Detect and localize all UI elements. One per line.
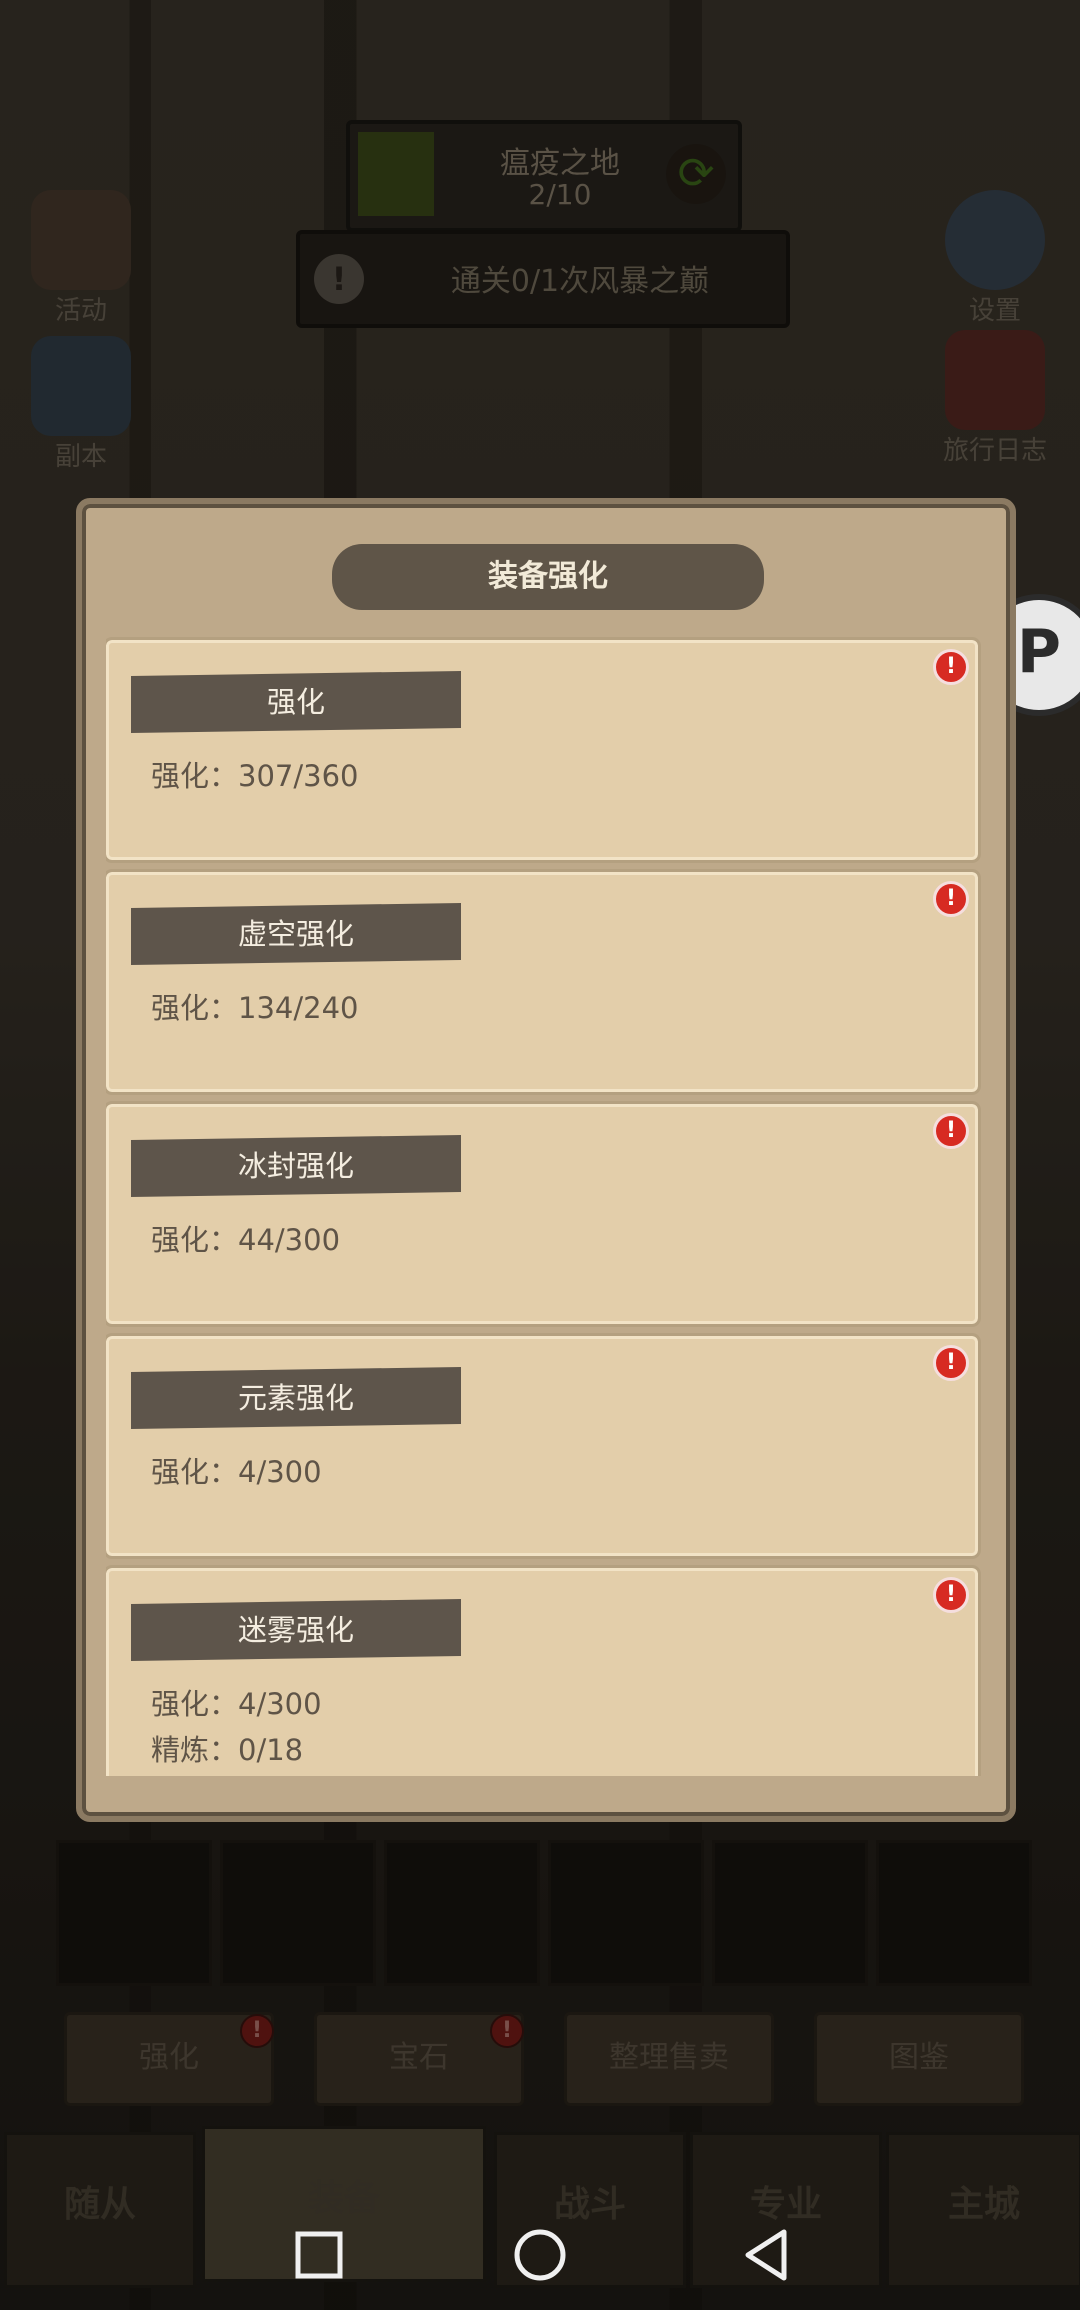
card-title: 迷雾强化	[131, 1599, 461, 1661]
card-line: 强化：4/300	[151, 1687, 322, 1721]
enhance-card[interactable]: 迷雾强化 强化：4/300 精炼：0/18 !	[106, 1565, 981, 1776]
alert-icon: !	[933, 1113, 969, 1149]
card-title: 强化	[131, 671, 461, 733]
alert-icon: !	[933, 1345, 969, 1381]
alert-icon: !	[933, 1577, 969, 1613]
card-title: 冰封强化	[131, 1135, 461, 1197]
equipment-enhance-dialog: 装备强化 强化 强化：307/360 ! 虚空强化 强化：134/240 ! 冰…	[76, 498, 1016, 1822]
back-icon[interactable]	[734, 2220, 804, 2290]
alert-icon: !	[933, 881, 969, 917]
enhance-card[interactable]: 强化 强化：307/360 !	[106, 637, 981, 863]
home-icon[interactable]	[505, 2220, 575, 2290]
card-title: 元素强化	[131, 1367, 461, 1429]
card-line: 强化：4/300	[151, 1455, 322, 1489]
card-title: 虚空强化	[131, 903, 461, 965]
card-line: 强化：44/300	[151, 1223, 341, 1257]
recent-apps-icon[interactable]	[284, 2220, 354, 2290]
dialog-title: 装备强化	[332, 544, 764, 610]
card-line: 精炼：0/18	[151, 1733, 304, 1767]
card-line: 强化：134/240	[151, 991, 359, 1025]
card-line: 强化：307/360	[151, 759, 359, 793]
enhance-card[interactable]: 虚空强化 强化：134/240 !	[106, 869, 981, 1095]
enhance-card[interactable]: 冰封强化 强化：44/300 !	[106, 1101, 981, 1327]
alert-icon: !	[933, 649, 969, 685]
enhance-list[interactable]: 强化 强化：307/360 ! 虚空强化 强化：134/240 ! 冰封强化 强…	[106, 634, 986, 1776]
enhance-card[interactable]: 元素强化 强化：4/300 !	[106, 1333, 981, 1559]
system-navigation-bar	[0, 2200, 1080, 2310]
